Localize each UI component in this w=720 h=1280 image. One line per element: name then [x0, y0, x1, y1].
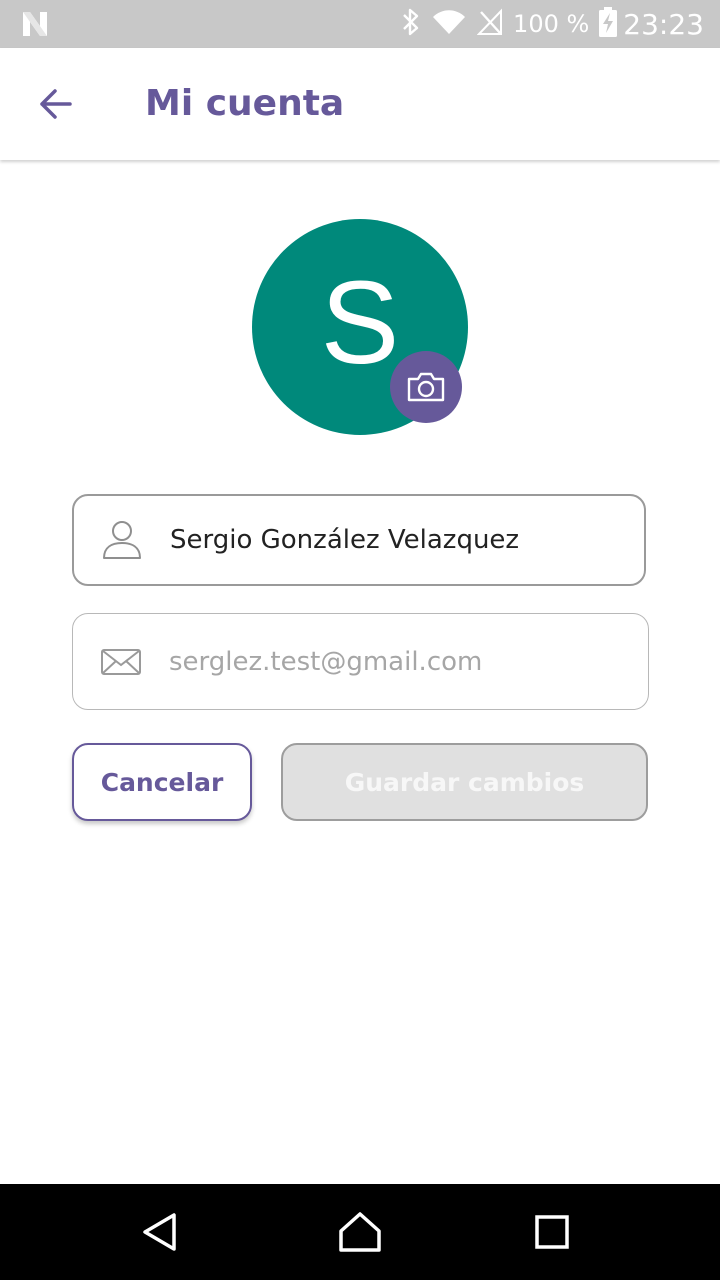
mail-icon — [99, 640, 143, 684]
cancel-button[interactable]: Cancelar — [72, 743, 252, 821]
status-bar: 100 % 23:23 — [0, 0, 720, 48]
name-value: Sergio González Velazquez — [170, 525, 520, 555]
email-field[interactable]: serglez.test@gmail.com — [72, 613, 649, 710]
no-signal-icon — [476, 8, 503, 40]
status-clock: 23:23 — [623, 7, 704, 41]
nav-recents-button[interactable] — [504, 1184, 600, 1280]
navigation-bar — [0, 1184, 720, 1280]
camera-icon — [407, 372, 445, 402]
app-bar: Mi cuenta — [0, 48, 720, 160]
battery-percentage: 100 % — [513, 10, 590, 38]
nav-back-button[interactable] — [112, 1184, 208, 1280]
nav-recents-icon — [535, 1215, 569, 1249]
bluetooth-icon — [401, 7, 421, 41]
notification-n-icon — [20, 10, 50, 38]
save-changes-button[interactable]: Guardar cambios — [281, 743, 648, 821]
email-value: serglez.test@gmail.com — [169, 646, 483, 677]
account-screen: 100 % 23:23 Mi cuenta S Sergio González … — [0, 0, 720, 1280]
avatar-initial: S — [320, 257, 400, 389]
back-button[interactable] — [24, 72, 88, 136]
name-field[interactable]: Sergio González Velazquez — [72, 494, 646, 586]
arrow-left-icon — [40, 89, 72, 119]
nav-home-button[interactable] — [312, 1184, 408, 1280]
battery-charging-icon — [599, 7, 618, 41]
wifi-icon — [431, 8, 467, 40]
change-photo-button[interactable] — [390, 351, 462, 423]
page-title: Mi cuenta — [145, 83, 345, 124]
nav-back-icon — [143, 1213, 176, 1251]
nav-home-icon — [339, 1212, 381, 1252]
user-icon — [100, 518, 144, 562]
